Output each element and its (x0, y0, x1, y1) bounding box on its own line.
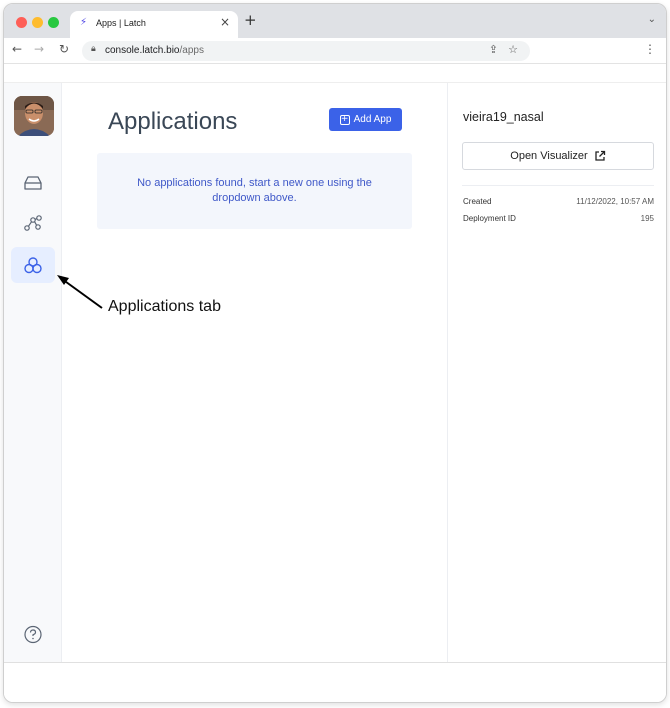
hexagons-icon (24, 257, 42, 274)
page-title: Applications (108, 108, 238, 135)
sidebar (4, 83, 62, 663)
created-label: Created (463, 197, 492, 206)
deployment-id-row: Deployment ID 195 (463, 214, 654, 223)
help-button[interactable] (11, 617, 55, 653)
back-arrow-icon[interactable]: ← (12, 42, 22, 56)
tab-title: Apps | Latch (96, 18, 146, 28)
tab-strip: ⚡ Apps | Latch × + ⌄ (4, 4, 666, 38)
page-footer (4, 662, 666, 702)
sidebar-item-data[interactable] (11, 165, 55, 201)
close-window-button[interactable] (16, 17, 27, 28)
external-link-icon (595, 150, 605, 161)
plus-box-icon: + (339, 113, 350, 125)
browser-window: ⚡ Apps | Latch × + ⌄ ← → ↻ 🔒︎ console.la… (3, 3, 667, 703)
browser-toolbar: ← → ↻ 🔒︎ console.latch.bio/apps ⇪ ☆ ⋮ (4, 38, 666, 64)
minimize-window-button[interactable] (32, 17, 43, 28)
deployment-details-panel: vieira19_nasal Open Visualizer Created 1… (447, 83, 666, 663)
bookmark-star-icon[interactable]: ☆ (508, 43, 518, 56)
divider (462, 185, 654, 186)
latch-favicon-icon: ⚡ (80, 17, 88, 28)
browser-menu-icon[interactable]: ⋮ (644, 42, 656, 56)
open-visualizer-button[interactable]: Open Visualizer (462, 142, 654, 170)
graph-nodes-icon (24, 215, 42, 231)
annotation-label: Applications tab (108, 298, 221, 315)
reload-icon[interactable]: ↻ (59, 42, 69, 56)
sidebar-item-applications[interactable] (11, 247, 55, 283)
created-row: Created 11/12/2022, 10:57 AM (463, 197, 654, 206)
sidebar-item-workflows[interactable] (11, 205, 55, 241)
browser-tab[interactable]: ⚡ Apps | Latch × (70, 11, 238, 38)
drive-icon (24, 176, 42, 190)
add-app-label: Add App (353, 114, 392, 125)
url-text[interactable]: console.latch.bio/apps (105, 45, 204, 56)
lock-icon: 🔒︎ (91, 44, 96, 54)
maximize-window-button[interactable] (48, 17, 59, 28)
share-icon[interactable]: ⇪ (489, 43, 498, 56)
empty-state-message: No applications found, start a new one u… (137, 177, 372, 204)
deployment-id-value: 195 (640, 214, 654, 223)
new-tab-button[interactable]: + (244, 11, 257, 29)
address-bar[interactable]: 🔒︎ console.latch.bio/apps ⇪ ☆ (82, 41, 530, 61)
deployment-id-label: Deployment ID (463, 214, 516, 223)
applications-panel: Applications + Add App No applications f… (63, 83, 447, 663)
latch-app: Applications + Add App No applications f… (4, 82, 666, 663)
empty-state: No applications found, start a new one u… (97, 153, 412, 229)
deployment-name: vieira19_nasal (463, 110, 544, 124)
help-bubble-icon (24, 625, 42, 644)
add-app-button[interactable]: + Add App (329, 108, 402, 131)
open-visualizer-label: Open Visualizer (510, 150, 588, 162)
tab-close-icon[interactable]: × (220, 15, 230, 29)
avatar[interactable] (14, 96, 54, 136)
tab-search-chevron-icon[interactable]: ⌄ (648, 14, 656, 25)
forward-arrow-icon[interactable]: → (34, 42, 44, 56)
created-value: 11/12/2022, 10:57 AM (576, 197, 654, 206)
